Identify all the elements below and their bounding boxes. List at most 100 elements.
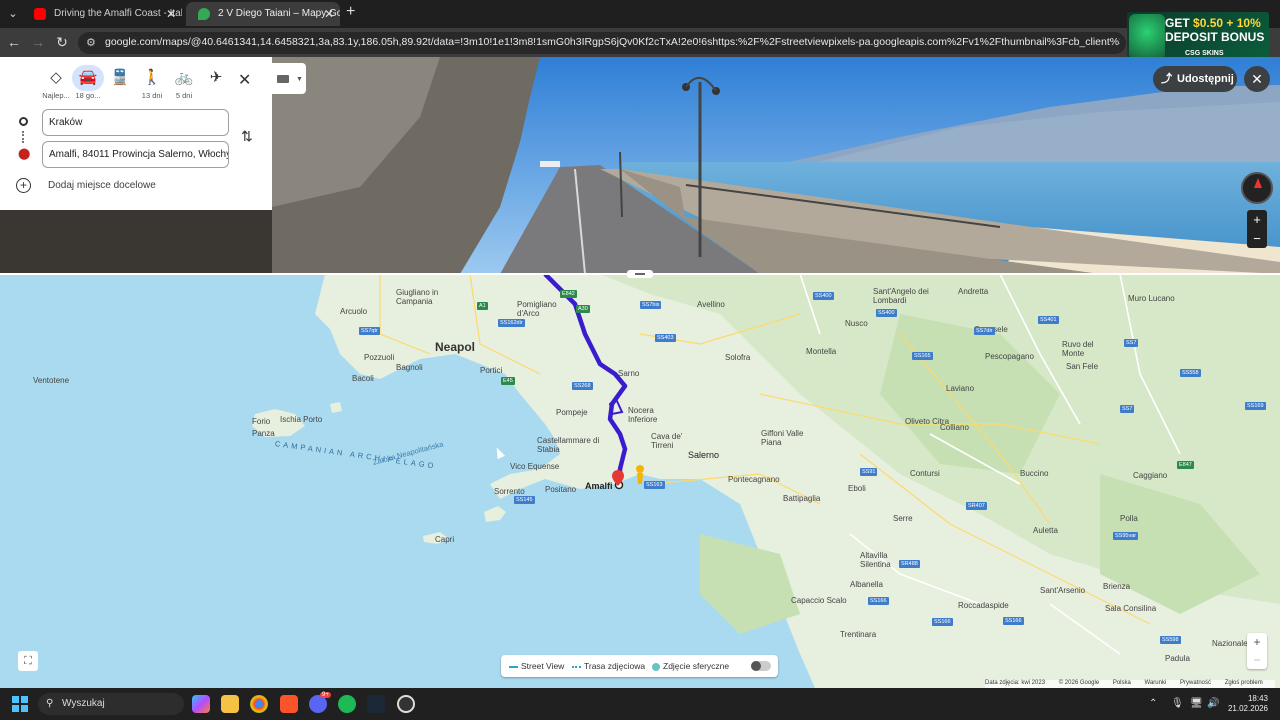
- swap-icon[interactable]: ⇅: [241, 128, 253, 145]
- close-tab-icon[interactable]: ✕: [324, 2, 334, 26]
- place-ischia-porto[interactable]: Ischia Porto: [280, 415, 322, 424]
- place-contursi[interactable]: Contursi: [910, 469, 940, 478]
- attribution-terms[interactable]: Warunki: [1145, 680, 1167, 686]
- place-auletta[interactable]: Auletta: [1033, 526, 1058, 535]
- place-pomigliano[interactable]: Pomigliano d'Arco: [517, 300, 567, 318]
- place-salerno[interactable]: Salerno: [688, 450, 719, 460]
- split-drag-handle[interactable]: [627, 270, 653, 278]
- mode-bike[interactable]: 🚲 5 dni: [168, 65, 200, 100]
- tab-search-chevron-icon[interactable]: ⌄: [4, 5, 22, 23]
- compass-icon[interactable]: [1241, 172, 1273, 204]
- share-button[interactable]: ⤴ Udostępnij: [1153, 66, 1237, 92]
- place-forio[interactable]: Forio: [252, 417, 270, 426]
- place-polla[interactable]: Polla: [1120, 514, 1138, 523]
- place-sarno[interactable]: Sarno: [618, 369, 639, 378]
- place-capri[interactable]: Capri: [435, 535, 454, 544]
- destination-input[interactable]: Amalfi, 84011 Prowincja Salerno, Włochy: [42, 141, 229, 168]
- place-pompeje[interactable]: Pompeje: [556, 408, 588, 417]
- place-sant-arsenio[interactable]: Sant'Arsenio: [1040, 586, 1085, 595]
- spotify-icon[interactable]: [338, 695, 356, 713]
- place-bagnoli[interactable]: Bagnoli: [396, 363, 423, 372]
- copilot-icon[interactable]: [192, 695, 210, 713]
- place-amalfi[interactable]: Amalfi: [585, 481, 613, 491]
- layer-toggle[interactable]: [751, 661, 771, 671]
- place-sala[interactable]: Sala Consilina: [1105, 604, 1156, 613]
- zoom-in-button[interactable]: +: [1247, 633, 1267, 651]
- mode-best[interactable]: ◇ Najlep...: [40, 65, 72, 100]
- place-colliano[interactable]: Colliano: [940, 423, 969, 432]
- taskbar-clock[interactable]: 18:43 21.02.2026: [1220, 694, 1268, 714]
- place-capaccio[interactable]: Capaccio Scalo: [791, 596, 847, 605]
- place-nazionale[interactable]: Nazionale: [1212, 639, 1252, 648]
- place-giffoni[interactable]: Giffoni Valle Piana: [761, 429, 811, 447]
- microphone-icon[interactable]: 🎙: [1171, 698, 1184, 709]
- back-icon[interactable]: ←: [6, 34, 22, 50]
- taskbar-search[interactable]: ⚲ Wyszukaj: [38, 693, 184, 715]
- volume-icon[interactable]: 🔊: [1207, 698, 1219, 709]
- tab-google-maps[interactable]: 2 V Diego Taiani – Mapy Google ✕: [186, 2, 340, 26]
- place-muro[interactable]: Muro Lucano: [1128, 294, 1175, 303]
- place-portici[interactable]: Portici: [480, 366, 502, 375]
- place-san-fele[interactable]: San Fele: [1066, 362, 1098, 371]
- add-destination-label[interactable]: Dodaj miejsce docelowe: [48, 180, 156, 191]
- attribution-country[interactable]: Polska: [1113, 680, 1131, 686]
- place-montella[interactable]: Montella: [806, 347, 836, 356]
- place-arcuolo[interactable]: Arcuolo: [340, 307, 367, 316]
- site-settings-icon[interactable]: ⚙: [86, 36, 100, 50]
- place-castellammare[interactable]: Castellammare di Stabia: [537, 436, 607, 454]
- place-trentinara[interactable]: Trentinara: [840, 630, 876, 639]
- mode-transit[interactable]: 🚆: [104, 65, 136, 91]
- map-canvas[interactable]: Neapol Salerno Amalfi Capri Sorrento Pos…: [0, 274, 1280, 688]
- place-cava[interactable]: Cava de' Tirreni: [651, 432, 691, 450]
- zoom-out-button[interactable]: −: [1247, 229, 1267, 248]
- place-ventotene[interactable]: Ventotene: [33, 376, 69, 385]
- place-serre[interactable]: Serre: [893, 514, 913, 523]
- chrome-icon[interactable]: [250, 695, 268, 713]
- place-pontecagnano[interactable]: Pontecagnano: [728, 475, 780, 484]
- mode-flight[interactable]: ✈: [200, 65, 232, 91]
- place-avellino[interactable]: Avellino: [697, 300, 725, 309]
- file-explorer-icon[interactable]: [221, 695, 239, 713]
- tab-youtube[interactable]: Driving the Amalfi Coast - Italy ✕: [22, 2, 182, 26]
- place-ruvo[interactable]: Ruvo del Monte: [1062, 340, 1102, 358]
- place-buccino[interactable]: Buccino: [1020, 469, 1048, 478]
- origin-input[interactable]: Kraków: [42, 109, 229, 136]
- network-icon[interactable]: 🖥: [1190, 698, 1203, 709]
- place-sorrento[interactable]: Sorrento: [494, 487, 525, 496]
- place-vico-equense[interactable]: Vico Equense: [510, 462, 559, 471]
- place-padula[interactable]: Padula: [1165, 654, 1190, 663]
- place-roccadaspide[interactable]: Roccadaspide: [958, 601, 1009, 610]
- place-pescopagano[interactable]: Pescopagano: [985, 352, 1034, 361]
- steam-icon[interactable]: [367, 695, 385, 713]
- ad-banner[interactable]: GET $0.50 + 10% DEPOSIT BONUS CSG SKINS: [1127, 12, 1269, 62]
- keyboard-input-button[interactable]: ▼: [272, 63, 306, 94]
- place-sant-angelo[interactable]: Sant'Angelo dei Lombardi: [873, 287, 933, 305]
- reload-icon[interactable]: ↻: [54, 34, 70, 51]
- place-neapol[interactable]: Neapol: [435, 340, 475, 354]
- windows-start-icon[interactable]: [12, 696, 28, 712]
- place-pozzuoli[interactable]: Pozzuoli: [364, 353, 394, 362]
- zoom-out-button[interactable]: −: [1247, 651, 1267, 669]
- place-caggiano[interactable]: Caggiano: [1133, 471, 1167, 480]
- attribution-privacy[interactable]: Prywatność: [1180, 680, 1211, 686]
- fullscreen-icon[interactable]: ⛶: [18, 651, 38, 671]
- place-solofra[interactable]: Solofra: [725, 353, 750, 362]
- mode-walk[interactable]: 🚶 13 dni: [136, 65, 168, 100]
- attribution-report[interactable]: Zgłoś problem: [1225, 680, 1263, 686]
- place-altavilla[interactable]: Altavilla Silentina: [860, 551, 900, 569]
- place-positano[interactable]: Positano: [545, 485, 576, 494]
- place-laviano[interactable]: Laviano: [946, 384, 974, 393]
- zoom-in-button[interactable]: +: [1247, 210, 1267, 229]
- close-tab-icon[interactable]: ✕: [166, 2, 176, 26]
- brave-icon[interactable]: [280, 695, 298, 713]
- forward-icon[interactable]: →: [30, 34, 46, 50]
- place-eboli[interactable]: Eboli: [848, 484, 866, 493]
- close-directions-icon[interactable]: ✕: [238, 70, 251, 90]
- new-tab-button[interactable]: +: [346, 3, 355, 21]
- place-panza[interactable]: Panza: [252, 429, 275, 438]
- obs-icon[interactable]: [397, 695, 415, 713]
- place-brienza[interactable]: Brienza: [1103, 582, 1130, 591]
- place-giugliano[interactable]: Giugliano in Campania: [396, 288, 456, 306]
- address-bar[interactable]: ⚙ google.com/maps/@40.6461341,14.6458321…: [78, 32, 1126, 54]
- close-street-view-button[interactable]: ✕: [1244, 66, 1270, 92]
